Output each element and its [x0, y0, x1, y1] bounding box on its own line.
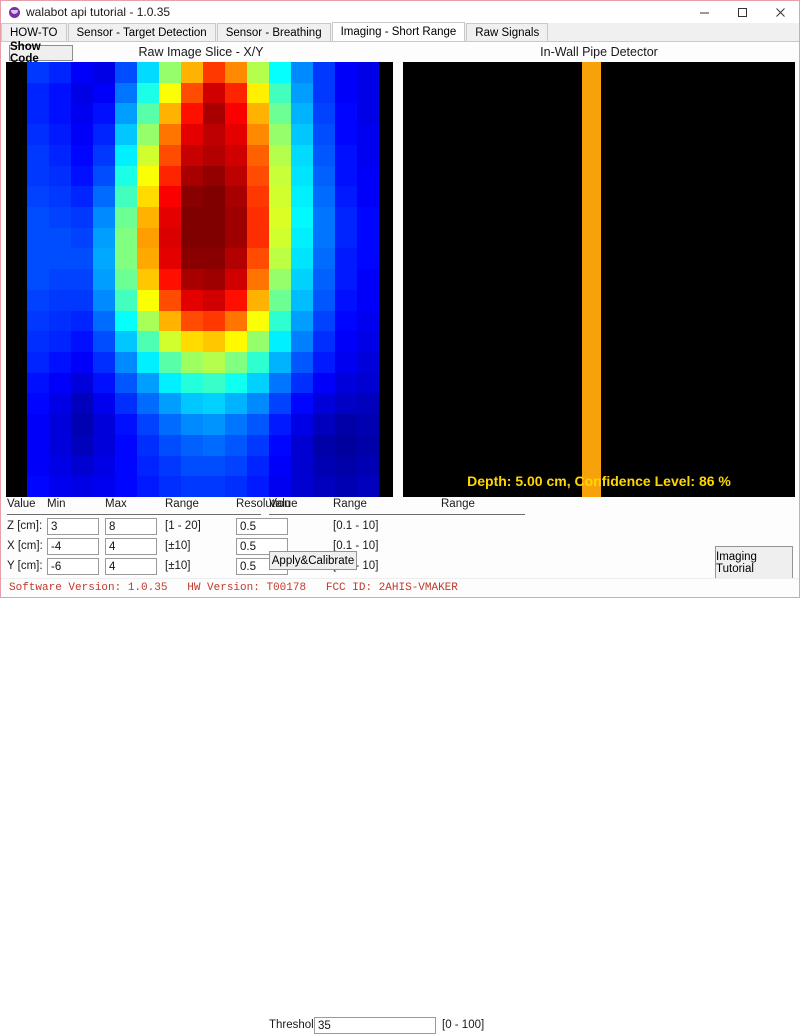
close-icon[interactable]: [761, 1, 799, 23]
threshold-range: [0 - 100]: [442, 1019, 484, 1031]
threshold-header-0: Value: [269, 498, 298, 510]
tab-imaging-short-range[interactable]: Imaging - Short Range: [332, 22, 466, 41]
arena-x-min-input[interactable]: [47, 538, 99, 555]
imaging-tutorial-button[interactable]: Imaging Tutorial: [715, 546, 793, 579]
in-wall-pipe-detector-plot[interactable]: Depth: 5.00 cm, Confidence Level: 86 %: [403, 62, 795, 497]
arena-y-min-input[interactable]: [47, 558, 99, 575]
arena-x-max-input[interactable]: [105, 538, 157, 555]
arena-x-label: X [cm]:: [7, 540, 43, 552]
title-bar: walabot api tutorial - 1.0.35: [1, 1, 799, 24]
walabot-logo-icon: [9, 7, 20, 18]
status-bar: Software Version: 1.0.35 HW Version: T00…: [1, 578, 799, 597]
arena-y-label: Y [cm]:: [7, 560, 43, 572]
heatmap-grid: [27, 62, 379, 497]
arena-z-max-input[interactable]: [105, 518, 157, 535]
pipe-indicator-bar: [582, 62, 601, 497]
arena-y-max-input[interactable]: [105, 558, 157, 575]
tab-strip: HOW-TOSensor - Target DetectionSensor - …: [1, 23, 799, 42]
status-text: Software Version: 1.0.35 HW Version: T00…: [9, 582, 458, 594]
window-controls: [685, 1, 799, 23]
threshold-input[interactable]: [314, 1017, 436, 1034]
arena-z-range: [1 - 20]: [165, 520, 201, 532]
controls-panel: ValueMinMaxRangeResolutionRange ValueRan…: [1, 497, 799, 579]
arena-y-range: [±10]: [165, 560, 191, 572]
threshold-headers: Value Range: [269, 497, 525, 515]
tab-raw-signals[interactable]: Raw Signals: [466, 23, 548, 41]
arena-x-range: [±10]: [165, 540, 191, 552]
arena-z-resolution-input[interactable]: [236, 518, 288, 535]
window-title: walabot api tutorial - 1.0.35: [26, 5, 170, 19]
apply-calibrate-button[interactable]: Apply&Calibrate: [269, 551, 357, 570]
arena-z-label: Z [cm]:: [7, 520, 42, 532]
maximize-icon[interactable]: [723, 1, 761, 23]
left-panel-title: Raw Image Slice - X/Y: [9, 45, 393, 60]
arena-header-1: Min: [47, 498, 66, 510]
tab-sensor-breathing[interactable]: Sensor - Breathing: [217, 23, 331, 41]
arena-header-0: Value: [7, 498, 36, 510]
depth-confidence-label: Depth: 5.00 cm, Confidence Level: 86 %: [403, 473, 795, 489]
arena-header-2: Max: [105, 498, 127, 510]
threshold-header-1: Range: [441, 498, 475, 510]
right-panel-title: In-Wall Pipe Detector: [403, 45, 795, 60]
arena-headers: ValueMinMaxRangeResolutionRange: [7, 497, 261, 515]
tab-how-to[interactable]: HOW-TO: [1, 23, 67, 41]
minimize-icon[interactable]: [685, 1, 723, 23]
arena-header-3: Range: [165, 498, 199, 510]
arena-z-min-input[interactable]: [47, 518, 99, 535]
application-window: walabot api tutorial - 1.0.35 HOW-TOSens…: [0, 0, 800, 598]
tab-sensor-target-detection[interactable]: Sensor - Target Detection: [68, 23, 216, 41]
content-area: Show Code Raw Image Slice - X/Y In-Wall …: [1, 42, 799, 497]
arena-z-resolution-range: [0.1 - 10]: [333, 520, 378, 532]
raw-image-slice-heatmap[interactable]: [6, 62, 393, 497]
